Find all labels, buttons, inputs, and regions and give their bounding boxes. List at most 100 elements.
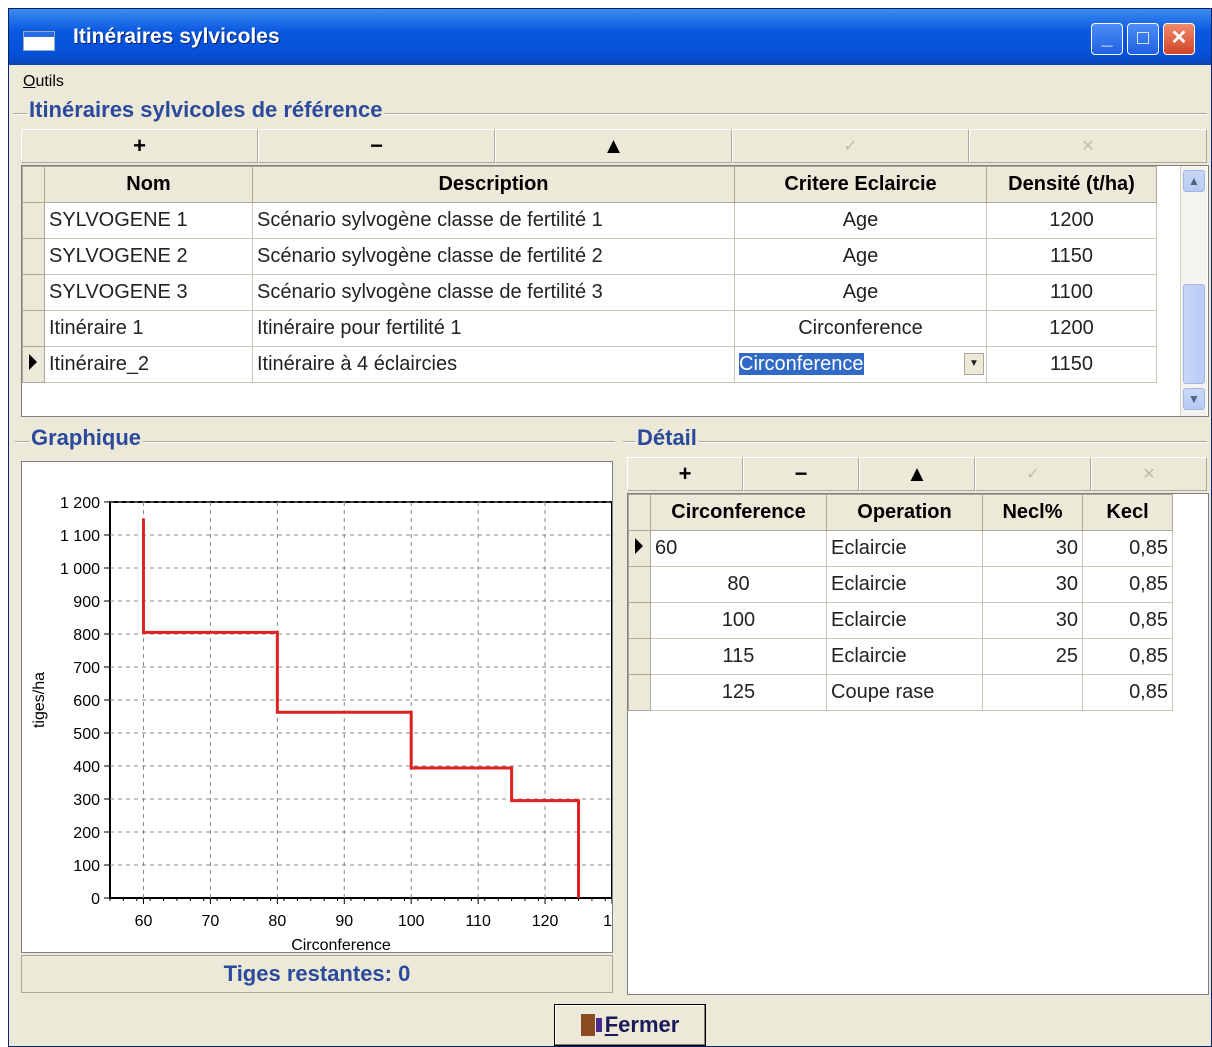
column-header-kecl[interactable]: Kecl [1082, 494, 1173, 531]
cell-kecl[interactable]: 0,85 [1082, 602, 1173, 639]
table-row[interactable]: Itinéraire 1 Itinéraire pour fertilité 1… [22, 310, 1157, 347]
cell-operation[interactable]: Eclaircie [826, 566, 983, 603]
close-icon: ✕ [1170, 27, 1188, 49]
cell-necl[interactable]: 30 [982, 602, 1083, 639]
cell-description[interactable]: Itinéraire à 4 éclaircies [252, 346, 735, 383]
cell-circonference-editing[interactable]: 60 [650, 530, 827, 567]
scroll-thumb[interactable] [1183, 284, 1205, 384]
table-row-selected[interactable]: 60 Eclaircie 30 0,85 [628, 530, 1173, 567]
table-row[interactable]: SYLVOGENE 2 Scénario sylvogène classe de… [22, 238, 1157, 275]
table-row[interactable]: 100 Eclaircie 30 0,85 [628, 602, 1173, 639]
cell-necl[interactable]: 30 [982, 566, 1083, 603]
cell-nom[interactable]: SYLVOGENE 2 [44, 238, 253, 275]
remove-operation-button[interactable]: − [743, 457, 859, 491]
cell-operation[interactable]: Eclaircie [826, 638, 983, 675]
move-up-operation-button[interactable]: ▲ [859, 457, 975, 491]
move-up-itinerary-button[interactable]: ▲ [495, 129, 732, 163]
cancel-operation-button[interactable]: ✕ [1091, 457, 1207, 491]
cell-densite[interactable]: 1150 [986, 238, 1157, 275]
row-indicator[interactable] [628, 638, 651, 675]
row-indicator[interactable] [22, 346, 45, 383]
table-row[interactable]: 125 Coupe rase 0,85 [628, 674, 1173, 711]
row-indicator[interactable] [628, 674, 651, 711]
cell-critere[interactable]: Age [734, 238, 987, 275]
cell-necl[interactable]: 30 [982, 530, 1083, 567]
y-tick-label: 400 [73, 759, 100, 776]
cell-kecl[interactable]: 0,85 [1082, 566, 1173, 603]
column-header-description[interactable]: Description [252, 166, 735, 203]
cell-circonference[interactable]: 80 [650, 566, 827, 603]
row-indicator[interactable] [22, 202, 45, 239]
add-itinerary-button[interactable]: + [21, 129, 258, 163]
cell-nom[interactable]: SYLVOGENE 1 [44, 202, 253, 239]
scroll-down-icon[interactable]: ▼ [1183, 388, 1205, 410]
cell-circonference[interactable]: 125 [650, 674, 827, 711]
scroll-up-icon[interactable]: ▲ [1183, 170, 1205, 192]
cell-densite[interactable]: 1100 [986, 274, 1157, 311]
minimize-button[interactable]: _ [1091, 23, 1123, 55]
cell-necl[interactable] [982, 674, 1083, 711]
row-indicator[interactable] [22, 310, 45, 347]
cell-nom[interactable]: SYLVOGENE 3 [44, 274, 253, 311]
remove-itinerary-button[interactable]: − [258, 129, 495, 163]
row-indicator[interactable] [22, 274, 45, 311]
cell-nom[interactable]: Itinéraire 1 [44, 310, 253, 347]
column-header-densite[interactable]: Densité (t/ha) [986, 166, 1157, 203]
cell-densite[interactable]: 1200 [986, 202, 1157, 239]
title-bar[interactable]: Itinéraires sylvicoles _ □ ✕ [9, 9, 1211, 65]
cell-circonference[interactable]: 115 [650, 638, 827, 675]
cell-densite[interactable]: 1150 [986, 346, 1157, 383]
confirm-itinerary-button[interactable]: ✓ [732, 129, 969, 163]
minus-icon: − [794, 461, 808, 486]
cell-description[interactable]: Scénario sylvogène classe de fertilité 3 [252, 274, 735, 311]
cell-description[interactable]: Scénario sylvogène classe de fertilité 2 [252, 238, 735, 275]
chevron-down-icon[interactable]: ▼ [964, 353, 984, 375]
cell-kecl[interactable]: 0,85 [1082, 674, 1173, 711]
cell-critere[interactable]: Age [734, 202, 987, 239]
cancel-itinerary-button[interactable]: ✕ [969, 129, 1207, 163]
row-indicator[interactable] [22, 238, 45, 275]
y-tick-label: 700 [73, 660, 100, 677]
reference-grid: Nom Description Critere Eclaircie Densit… [21, 165, 1209, 417]
cell-operation[interactable]: Coupe rase [826, 674, 983, 711]
table-row[interactable]: SYLVOGENE 3 Scénario sylvogène classe de… [22, 274, 1157, 311]
table-row[interactable]: SYLVOGENE 1 Scénario sylvogène classe de… [22, 202, 1157, 239]
critere-dropdown[interactable]: Circonference ▼ [734, 346, 987, 383]
cell-critere[interactable]: Age [734, 274, 987, 311]
add-operation-button[interactable]: + [627, 457, 743, 491]
cell-critere[interactable]: Circonference [734, 310, 987, 347]
x-tick-label: 80 [268, 913, 286, 930]
cell-description[interactable]: Itinéraire pour fertilité 1 [252, 310, 735, 347]
cell-kecl[interactable]: 0,85 [1082, 530, 1173, 567]
maximize-button[interactable]: □ [1127, 23, 1159, 55]
fermer-button[interactable]: Fermer [554, 1004, 706, 1046]
cell-circonference[interactable]: 100 [650, 602, 827, 639]
row-indicator[interactable] [628, 602, 651, 639]
cell-kecl[interactable]: 0,85 [1082, 638, 1173, 675]
column-header-operation[interactable]: Operation [826, 494, 983, 531]
cell-operation[interactable]: Eclaircie [826, 530, 983, 567]
row-indicator[interactable] [628, 530, 651, 567]
detail-grid: Circonference Operation Necl% Kecl 60 Ec… [627, 493, 1209, 995]
reference-vertical-scrollbar[interactable]: ▲ ▼ [1180, 166, 1207, 416]
cell-nom[interactable]: Itinéraire_2 [44, 346, 253, 383]
table-row-selected[interactable]: Itinéraire_2 Itinéraire à 4 éclaircies C… [22, 346, 1157, 383]
minus-icon: − [370, 133, 383, 158]
x-tick-label: 70 [202, 913, 220, 930]
close-button[interactable]: ✕ [1163, 23, 1195, 55]
menu-outils[interactable]: Outils [23, 73, 64, 91]
column-header-circonference[interactable]: Circonference [650, 494, 827, 531]
cell-description[interactable]: Scénario sylvogène classe de fertilité 1 [252, 202, 735, 239]
confirm-operation-button[interactable]: ✓ [975, 457, 1091, 491]
cell-necl[interactable]: 25 [982, 638, 1083, 675]
column-header-critere[interactable]: Critere Eclaircie [734, 166, 987, 203]
row-indicator[interactable] [628, 566, 651, 603]
column-header-necl[interactable]: Necl% [982, 494, 1083, 531]
y-tick-label: 100 [73, 858, 100, 875]
table-row[interactable]: 115 Eclaircie 25 0,85 [628, 638, 1173, 675]
cell-operation[interactable]: Eclaircie [826, 602, 983, 639]
table-row[interactable]: 80 Eclaircie 30 0,85 [628, 566, 1173, 603]
cell-densite[interactable]: 1200 [986, 310, 1157, 347]
y-tick-label: 200 [73, 825, 100, 842]
column-header-nom[interactable]: Nom [44, 166, 253, 203]
